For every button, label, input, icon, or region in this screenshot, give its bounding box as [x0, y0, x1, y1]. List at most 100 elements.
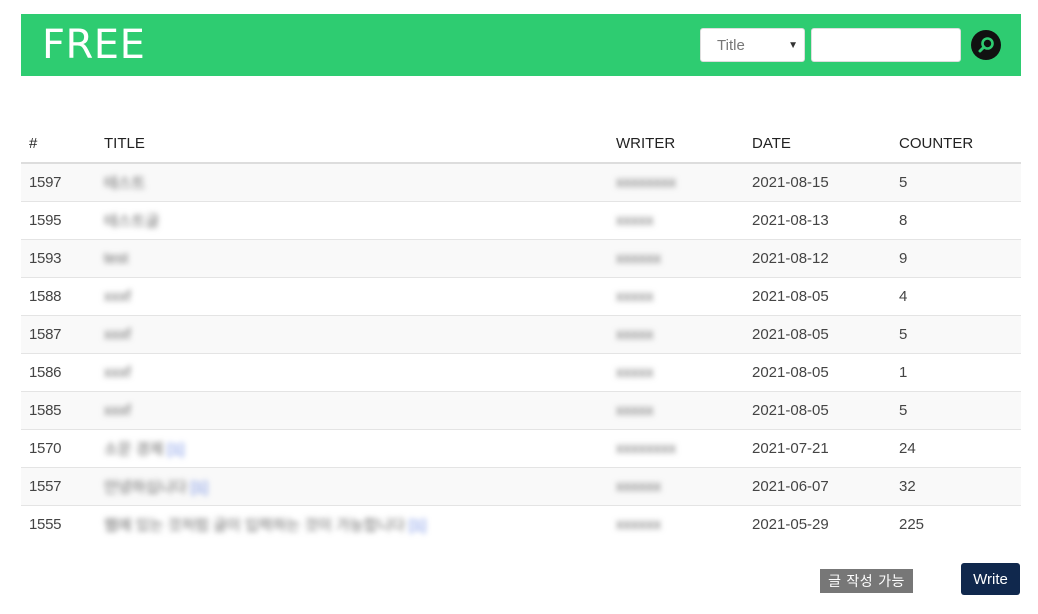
post-writer: xxxxxx	[608, 466, 744, 505]
post-counter: 24	[891, 428, 1021, 467]
post-number: 1557	[21, 466, 96, 505]
post-writer: xxxxxx	[608, 238, 744, 277]
post-title-cell[interactable]: xxxf	[96, 314, 608, 353]
post-date: 2021-06-07	[744, 466, 891, 505]
post-number: 1570	[21, 428, 96, 467]
column-header-counter: COUNTER	[891, 125, 1021, 164]
post-date: 2021-05-29	[744, 504, 891, 543]
post-writer-text: xxxxxx	[616, 515, 661, 533]
post-title-link[interactable]: test	[104, 250, 128, 267]
post-title-cell[interactable]: xxxf	[96, 352, 608, 391]
table-row[interactable]: 1557 안녕하십니다 [1] xxxxxx 2021-06-07 32	[21, 466, 1021, 505]
post-counter: 32	[891, 466, 1021, 505]
post-title-link[interactable]: xxxf	[104, 402, 131, 419]
post-counter: 9	[891, 238, 1021, 277]
post-writer: xxxxx	[608, 352, 744, 391]
post-writer-text: xxxxxxxx	[616, 173, 676, 191]
post-writer-text: xxxxx	[616, 363, 654, 381]
comment-count: [1]	[190, 478, 208, 496]
post-counter: 8	[891, 200, 1021, 239]
post-writer-text: xxxxx	[616, 211, 654, 229]
table-header-row: # TITLE WRITER DATE COUNTER	[21, 125, 1021, 164]
post-title-link[interactable]: 안녕하십니다 [1]	[104, 479, 208, 496]
column-header-number: #	[21, 125, 96, 164]
table-row[interactable]: 1588 xxxf xxxxx 2021-08-05 4	[21, 276, 1021, 315]
post-title-cell[interactable]: xxxf	[96, 390, 608, 429]
post-writer: xxxxxxxx	[608, 428, 744, 467]
post-title-cell[interactable]: xxxf	[96, 276, 608, 315]
post-title-text: xxxf	[104, 325, 131, 343]
table-row[interactable]: 1555 웹에 있는 것처럼 글이 입력하는 것이 가능합니다 [1] xxxxxx…	[21, 504, 1021, 543]
post-counter: 1	[891, 352, 1021, 391]
post-number: 1586	[21, 352, 96, 391]
search-icon	[978, 37, 994, 53]
post-writer: xxxxxxxx	[608, 162, 744, 201]
table-row[interactable]: 1597 테스트 xxxxxxxx 2021-08-15 5	[21, 162, 1021, 201]
column-header-date: DATE	[744, 125, 891, 164]
post-title-link[interactable]: xxxf	[104, 326, 131, 343]
post-number: 1587	[21, 314, 96, 353]
post-writer: xxxxx	[608, 314, 744, 353]
post-title-text: xxxf	[104, 287, 131, 305]
post-title-cell[interactable]: 테스트글	[96, 200, 608, 239]
post-title-link[interactable]: 테스트	[104, 175, 145, 192]
post-writer-text: xxxxxxxx	[616, 439, 676, 457]
post-title-cell[interactable]: 테스트	[96, 162, 608, 201]
post-counter: 225	[891, 504, 1021, 543]
table-row[interactable]: 1587 xxxf xxxxx 2021-08-05 5	[21, 314, 1021, 353]
table-row[interactable]: 1585 xxxf xxxxx 2021-08-05 5	[21, 390, 1021, 429]
board-title: FREE	[42, 22, 146, 68]
post-date: 2021-07-21	[744, 428, 891, 467]
post-writer-text: xxxxx	[616, 325, 654, 343]
post-title-link[interactable]: xxxf	[104, 288, 131, 305]
post-date: 2021-08-05	[744, 352, 891, 391]
search-field-select[interactable]: Title ▼	[700, 28, 805, 62]
post-writer-text: xxxxxx	[616, 249, 661, 267]
post-number: 1555	[21, 504, 96, 543]
post-date: 2021-08-12	[744, 238, 891, 277]
post-writer-text: xxxxxx	[616, 477, 661, 495]
search-input[interactable]	[811, 28, 961, 62]
table-row[interactable]: 1593 test xxxxxx 2021-08-12 9	[21, 238, 1021, 277]
column-header-writer: WRITER	[608, 125, 744, 164]
post-number: 1595	[21, 200, 96, 239]
search-button[interactable]	[971, 30, 1001, 60]
search-bar: Title ▼	[700, 28, 1001, 62]
post-number: 1597	[21, 162, 96, 201]
post-writer: xxxxx	[608, 390, 744, 429]
post-title-cell[interactable]: 웹에 있는 것처럼 글이 입력하는 것이 가능합니다 [1]	[96, 504, 608, 543]
column-header-title: TITLE	[96, 125, 608, 164]
post-title-text: 소문 경제	[104, 440, 164, 458]
post-title-cell[interactable]: 소문 경제 [1]	[96, 428, 608, 467]
post-writer: xxxxx	[608, 276, 744, 315]
post-date: 2021-08-05	[744, 276, 891, 315]
post-title-text: 안녕하십니다	[104, 478, 187, 496]
comment-count: [1]	[409, 516, 426, 534]
post-title-text: 테스트	[104, 174, 146, 192]
post-date: 2021-08-15	[744, 162, 891, 201]
post-number: 1593	[21, 238, 96, 277]
post-title-cell[interactable]: 안녕하십니다 [1]	[96, 466, 608, 505]
post-counter: 5	[891, 314, 1021, 353]
post-title-text: 테스트글	[104, 212, 160, 230]
post-writer-text: xxxxx	[616, 401, 654, 419]
post-counter: 5	[891, 390, 1021, 429]
post-counter: 4	[891, 276, 1021, 315]
table-row[interactable]: 1570 소문 경제 [1] xxxxxxxx 2021-07-21 24	[21, 428, 1021, 467]
post-title-text: xxxf	[104, 401, 131, 419]
post-number: 1585	[21, 390, 96, 429]
post-title-link[interactable]: xxxf	[104, 364, 131, 381]
post-number: 1588	[21, 276, 96, 315]
post-date: 2021-08-05	[744, 314, 891, 353]
post-title-link[interactable]: 웹에 있는 것처럼 글이 입력하는 것이 가능합니다 [1]	[104, 517, 426, 534]
post-title-text: xxxf	[104, 363, 131, 381]
table-row[interactable]: 1595 테스트글 xxxxx 2021-08-13 8	[21, 200, 1021, 239]
table-row[interactable]: 1586 xxxf xxxxx 2021-08-05 1	[21, 352, 1021, 391]
post-title-cell[interactable]: test	[96, 238, 608, 277]
comment-count: [1]	[167, 440, 185, 458]
post-counter: 5	[891, 162, 1021, 201]
post-writer: xxxxxx	[608, 504, 744, 543]
post-title-link[interactable]: 테스트글	[104, 213, 159, 230]
write-button[interactable]: Write	[961, 563, 1020, 595]
post-title-link[interactable]: 소문 경제 [1]	[104, 441, 184, 458]
